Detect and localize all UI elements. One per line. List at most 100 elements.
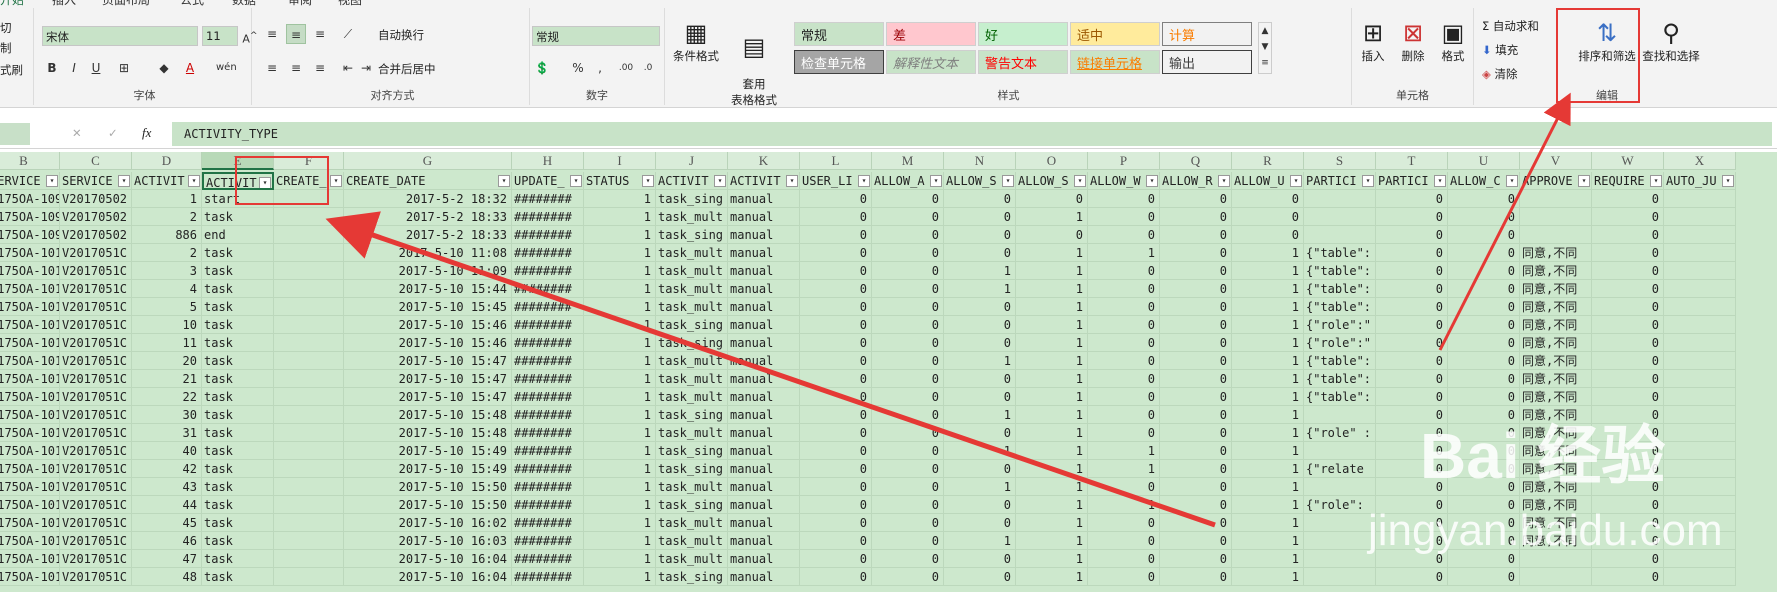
table-cell[interactable]: 0	[1160, 424, 1232, 442]
decrease-indent-icon[interactable]: ⇤	[338, 58, 358, 78]
table-cell[interactable]: ########	[512, 262, 584, 280]
format-painter-button[interactable]: 式刷	[0, 62, 23, 78]
table-cell[interactable]: a175OA-1010	[0, 244, 60, 262]
table-cell[interactable]: 0	[944, 460, 1016, 478]
table-cell[interactable]	[1664, 424, 1736, 442]
table-cell[interactable]: 0	[800, 568, 872, 586]
table-cell[interactable]: 2017-5-10 11:09	[344, 262, 512, 280]
table-cell[interactable]: a175OA-109	[0, 226, 60, 244]
table-cell[interactable]: 0	[1448, 226, 1520, 244]
table-cell[interactable]: 0	[872, 370, 944, 388]
table-cell[interactable]: manual	[728, 226, 800, 244]
table-cell[interactable]: 1	[1016, 262, 1088, 280]
table-cell[interactable]: 1	[1016, 550, 1088, 568]
column-header-B[interactable]: B	[0, 152, 60, 170]
table-cell[interactable]: 0	[872, 190, 944, 208]
table-cell[interactable]	[274, 316, 344, 334]
table-cell[interactable]	[274, 424, 344, 442]
table-cell[interactable]: 1	[1232, 568, 1304, 586]
table-cell[interactable]: ########	[512, 532, 584, 550]
table-cell[interactable]	[274, 298, 344, 316]
tab-1[interactable]: 插入	[52, 0, 76, 8]
table-cell[interactable]: ########	[512, 280, 584, 298]
table-cell[interactable]: V20170502	[60, 208, 132, 226]
table-cell[interactable]: 22	[132, 388, 202, 406]
field-header[interactable]: ALLOW_S ▾	[944, 172, 1016, 190]
table-cell[interactable]: task	[202, 568, 274, 586]
table-cell[interactable]: manual	[728, 334, 800, 352]
table-cell[interactable]: 0	[1376, 190, 1448, 208]
table-cell[interactable]: V2017051C	[60, 316, 132, 334]
table-cell[interactable]: ########	[512, 460, 584, 478]
table-cell[interactable]: 0	[944, 316, 1016, 334]
table-cell[interactable]	[1304, 190, 1376, 208]
field-header[interactable]: PARTICI ▾	[1304, 172, 1376, 190]
table-cell[interactable]: 0	[872, 334, 944, 352]
column-header-P[interactable]: P	[1088, 152, 1160, 170]
table-cell[interactable]: 1	[944, 532, 1016, 550]
tab-3[interactable]: 公式	[180, 0, 204, 8]
table-cell[interactable]: task	[202, 370, 274, 388]
table-cell[interactable]: 0	[1088, 262, 1160, 280]
column-header-X[interactable]: X	[1664, 152, 1736, 170]
filter-dropdown-icon[interactable]: ▾	[1578, 175, 1590, 187]
table-cell[interactable]: 0	[1448, 190, 1520, 208]
table-cell[interactable]: 1	[1232, 316, 1304, 334]
table-cell[interactable]: 0	[1160, 208, 1232, 226]
table-cell[interactable]: 21	[132, 370, 202, 388]
table-cell[interactable]	[274, 442, 344, 460]
table-cell[interactable]: a175OA-1010	[0, 334, 60, 352]
table-cell[interactable]: 0	[1088, 532, 1160, 550]
table-cell[interactable]: 0	[1160, 190, 1232, 208]
table-cell[interactable]: 47	[132, 550, 202, 568]
table-cell[interactable]: 2017-5-10 15:45	[344, 298, 512, 316]
table-cell[interactable]: task_mult	[656, 532, 728, 550]
cell-style-6[interactable]: 解释性文本	[886, 50, 976, 74]
table-cell[interactable]: task	[202, 532, 274, 550]
table-cell[interactable]: task	[202, 244, 274, 262]
table-cell[interactable]: ########	[512, 334, 584, 352]
table-cell[interactable]: 0	[944, 334, 1016, 352]
table-cell[interactable]: task_mult	[656, 298, 728, 316]
table-cell[interactable]: 0	[1448, 370, 1520, 388]
table-cell[interactable]	[274, 388, 344, 406]
style-gallery-scroll-icon[interactable]: ▲ ▼ ≡	[1258, 22, 1272, 74]
table-cell[interactable]: 2017-5-2 18:33	[344, 226, 512, 244]
table-cell[interactable]: 0	[944, 208, 1016, 226]
table-cell[interactable]: task_mult	[656, 244, 728, 262]
table-cell[interactable]: 2017-5-10 15:49	[344, 442, 512, 460]
wrap-text-button[interactable]: 自动换行	[378, 27, 424, 43]
table-cell[interactable]: task_mult	[656, 478, 728, 496]
table-cell[interactable]: 43	[132, 478, 202, 496]
table-cell[interactable]: 1	[1232, 514, 1304, 532]
table-cell[interactable]: 1	[1016, 424, 1088, 442]
table-cell[interactable]: 0	[1448, 244, 1520, 262]
table-cell[interactable]: 0	[800, 208, 872, 226]
phonetic-icon[interactable]: wén	[216, 58, 237, 78]
italic-button[interactable]: I	[64, 58, 84, 78]
table-cell[interactable]: task	[202, 280, 274, 298]
table-cell[interactable]: 1	[584, 424, 656, 442]
table-cell[interactable]: 1	[1016, 280, 1088, 298]
table-cell[interactable]: ########	[512, 568, 584, 586]
table-cell[interactable]: 0	[1016, 190, 1088, 208]
table-cell[interactable]: manual	[728, 550, 800, 568]
table-cell[interactable]: 0	[1448, 568, 1520, 586]
table-cell[interactable]: 42	[132, 460, 202, 478]
table-cell[interactable]: end	[202, 226, 274, 244]
table-cell[interactable]: a175OA-1010	[0, 388, 60, 406]
name-box[interactable]	[0, 123, 30, 145]
column-header-Q[interactable]: Q	[1160, 152, 1232, 170]
table-cell[interactable]: 0	[1592, 244, 1664, 262]
table-cell[interactable]: manual	[728, 190, 800, 208]
table-cell[interactable]: 1	[1232, 298, 1304, 316]
table-cell[interactable]: task_mult	[656, 208, 728, 226]
table-cell[interactable]: manual	[728, 478, 800, 496]
table-cell[interactable]: 0	[944, 226, 1016, 244]
table-cell[interactable]: 1	[584, 244, 656, 262]
table-cell[interactable]: a175OA-1010	[0, 568, 60, 586]
table-cell[interactable]: 31	[132, 424, 202, 442]
field-header[interactable]: STATUS ▾	[584, 172, 656, 190]
table-cell[interactable]: 同意,不同	[1520, 370, 1592, 388]
align-top-icon[interactable]: ≡	[262, 24, 282, 44]
